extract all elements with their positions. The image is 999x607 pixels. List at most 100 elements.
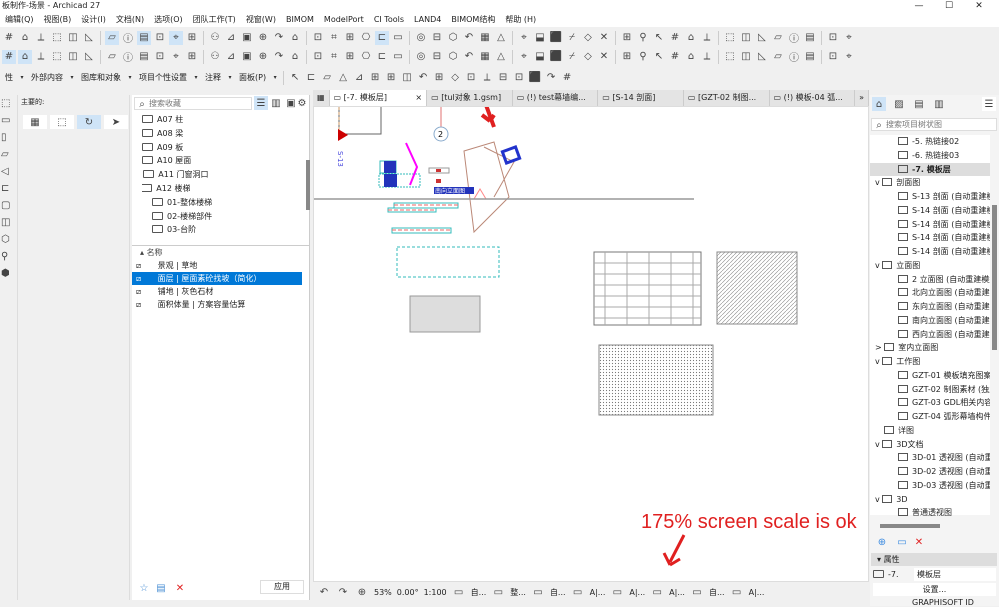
toolbar-tool-icon[interactable]: ⬚ xyxy=(723,50,737,64)
toolbar-tool-icon[interactable]: ⚲ xyxy=(636,31,650,45)
navigator-hscrollbar[interactable] xyxy=(880,524,940,528)
toolbar-tool-icon[interactable]: ⊡ xyxy=(153,31,167,45)
toolbar-tool-icon[interactable]: ⊏ xyxy=(304,71,318,85)
toolbar-tool-icon[interactable]: ⊞ xyxy=(343,50,357,64)
expander-icon[interactable]: v xyxy=(875,178,882,187)
toolbar-tool-icon[interactable]: ⌖ xyxy=(842,31,856,45)
tab-2[interactable]: ▭ (!) test幕墙编... xyxy=(513,90,599,106)
toolbar-tool-icon[interactable]: ↖ xyxy=(288,71,302,85)
menu-item[interactable]: 选项(O) xyxy=(149,12,188,27)
menu-item[interactable]: 设计(I) xyxy=(76,12,111,27)
expander-icon[interactable]: v xyxy=(875,357,882,366)
folder-icon[interactable]: ▤ xyxy=(154,581,168,595)
toolbar-tool-icon[interactable]: ↶ xyxy=(462,50,476,64)
toolbar-tool-icon[interactable]: △ xyxy=(494,50,508,64)
toolbar-tool-icon[interactable]: ⚲ xyxy=(636,50,650,64)
delete-icon[interactable]: ✕ xyxy=(173,581,187,595)
toolbar-tool-icon[interactable]: ↶ xyxy=(416,71,430,85)
toolbar-tool-icon[interactable]: ⌖ xyxy=(169,30,183,45)
toolbar-tool-icon[interactable]: ⊡ xyxy=(311,50,325,64)
favorite-add-icon[interactable]: ☆ xyxy=(137,581,151,595)
toolbar-tool-icon[interactable]: ⊡ xyxy=(826,31,840,45)
tree-item[interactable]: S-14 剖面 (自动重建模型) xyxy=(870,218,990,231)
toolbar-tool-icon[interactable]: △ xyxy=(494,31,508,45)
status-item-2[interactable]: 自... xyxy=(550,587,566,598)
expander-icon[interactable]: v xyxy=(875,261,882,270)
toolbar-tool-icon[interactable]: ↷ xyxy=(544,71,558,85)
toolbar-tool-icon[interactable]: ▣ xyxy=(240,50,254,64)
library-item[interactable]: ⧄ 面层 | 屋面素砼找坡（简化） xyxy=(132,272,302,285)
library-folder[interactable]: A09 板 xyxy=(142,141,183,154)
chevron-down-icon[interactable]: ▾ xyxy=(226,74,234,81)
toolbar-tool-icon[interactable]: ↷ xyxy=(272,31,286,45)
tree-item[interactable]: 西向立面图 (自动重建模型) xyxy=(870,328,990,341)
toolbar-tool-icon[interactable]: ⟂ xyxy=(34,31,48,45)
expander-icon[interactable]: v xyxy=(875,495,882,504)
toolbar-tool-icon[interactable]: ⬛ xyxy=(549,50,563,64)
toolbar-tool-icon[interactable]: # xyxy=(560,71,574,85)
toolbar-tool-icon[interactable]: ⊿ xyxy=(224,50,238,64)
close-icon[interactable]: × xyxy=(415,90,422,106)
tree-item[interactable]: 东向立面图 (自动重建模型) xyxy=(870,300,990,313)
toolbar-tool-icon[interactable]: ⌗ xyxy=(327,50,341,64)
toolbox-tool-icon[interactable]: ⬚ xyxy=(1,98,15,112)
tree-item[interactable]: GZT-04 弧形幕墙构件能 xyxy=(870,410,990,423)
tree-item[interactable]: -5. 热链接02 xyxy=(870,135,990,148)
toolbar-tool-icon[interactable]: ⊡ xyxy=(153,50,167,64)
toolbar-tool-icon[interactable]: ⬚ xyxy=(723,31,737,45)
toolbar-tool-icon[interactable]: ⬚ xyxy=(50,31,64,45)
toolbar-menu-5[interactable]: 面板(P) xyxy=(236,72,269,83)
view-settings-icon[interactable]: ▭ xyxy=(895,535,909,549)
toolbar-tool-icon[interactable]: ⊡ xyxy=(311,31,325,45)
toolbar-tool-icon[interactable]: ▣ xyxy=(240,31,254,45)
menu-item[interactable]: BIMOM结构 xyxy=(446,12,500,27)
library-search-input[interactable]: 搜索收藏 xyxy=(134,97,252,110)
toolbar-tool-icon[interactable]: ⬚ xyxy=(50,50,64,64)
toolbar-tool-icon[interactable]: ⌖ xyxy=(517,50,531,64)
toolbar-tool-icon[interactable]: ⌂ xyxy=(18,31,32,45)
toolbar-menu-3[interactable]: 项目个性设置 xyxy=(136,72,190,83)
toolbar-tool-icon[interactable]: ⊡ xyxy=(826,50,840,64)
toolbar-tool-icon[interactable]: ⌂ xyxy=(288,31,302,45)
toolbox-tool-icon[interactable]: ▭ xyxy=(1,115,15,129)
toolbar-tool-icon[interactable]: ⊞ xyxy=(185,50,199,64)
publisher-icon[interactable]: ▥ xyxy=(932,97,946,111)
expander-icon[interactable]: v xyxy=(875,440,882,449)
toolbar-menu-2[interactable]: 图库和对象 xyxy=(78,72,124,83)
layout-book-icon[interactable]: ▤ xyxy=(912,97,926,111)
navigator-search-input[interactable]: 搜索项目树状图 xyxy=(871,118,997,131)
menu-item[interactable]: 视图(B) xyxy=(39,12,77,27)
tree-item[interactable]: 详图 xyxy=(870,424,990,437)
toolbar-tool-icon[interactable]: ⚇ xyxy=(208,31,222,45)
rotate-icon[interactable]: ↻ xyxy=(77,115,101,129)
menu-item[interactable]: ModelPort xyxy=(319,12,369,27)
toolbar-tool-icon[interactable]: ▱ xyxy=(771,50,785,64)
toolbox-tool-icon[interactable]: ⬢ xyxy=(1,268,15,282)
tree-item[interactable]: S-13 剖面 (自动重建模型) xyxy=(870,190,990,203)
tab-overview-icon[interactable]: ▦ xyxy=(313,90,330,106)
toolbar-tool-icon[interactable]: ⌖ xyxy=(842,50,856,64)
toolbar-tool-icon[interactable]: ⊞ xyxy=(620,50,634,64)
toolbar-tool-icon[interactable]: ▭ xyxy=(391,50,405,64)
tree-item[interactable]: v 3D文档 xyxy=(870,438,990,451)
toolbar-tool-icon[interactable]: ▱ xyxy=(105,50,119,64)
toolbar-tool-icon[interactable]: # xyxy=(2,49,16,64)
toolbar-tool-icon[interactable]: ↖ xyxy=(652,50,666,64)
property-name-field[interactable]: 模板层 xyxy=(914,568,996,581)
toolbar-tool-icon[interactable]: ⌿ xyxy=(565,31,579,45)
library-folder[interactable]: 03-台阶 xyxy=(152,223,196,236)
tree-item[interactable]: -6. 热链接03 xyxy=(870,149,990,162)
toolbar-tool-icon[interactable]: ⓘ xyxy=(787,50,801,64)
grid-view-icon[interactable]: ▥ xyxy=(269,96,283,110)
toolbar-tool-icon[interactable]: ⊕ xyxy=(256,50,270,64)
list-header-name[interactable]: ▴ 名称 xyxy=(140,246,163,259)
library-folder[interactable]: v A12 楼梯 xyxy=(142,182,190,195)
toolbar-tool-icon[interactable]: ⊞ xyxy=(432,71,446,85)
toolbar-tool-icon[interactable]: ⟂ xyxy=(700,31,714,45)
library-folder[interactable]: 01-整体楼梯 xyxy=(152,196,212,209)
library-folder[interactable]: A07 柱 xyxy=(142,113,183,126)
menu-item[interactable]: 帮助 (H) xyxy=(500,12,541,27)
toolbar-tool-icon[interactable]: ⌿ xyxy=(565,50,579,64)
toolbar-tool-icon[interactable]: ◺ xyxy=(755,50,769,64)
tree-item[interactable]: GZT-03 GDL相关内容 ( xyxy=(870,396,990,409)
